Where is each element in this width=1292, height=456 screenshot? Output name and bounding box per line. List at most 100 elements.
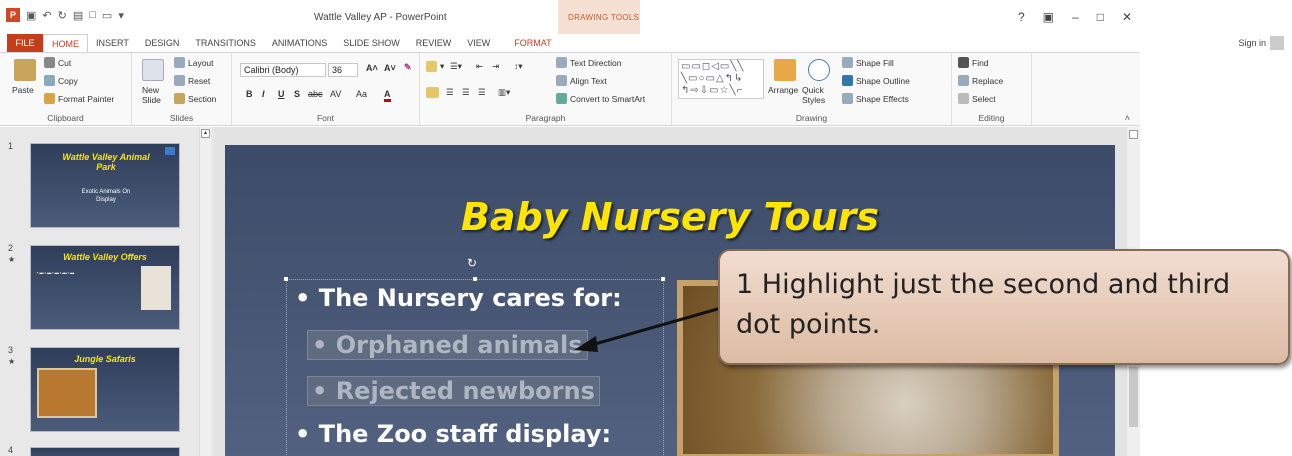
reset-button[interactable]: Reset [174, 75, 210, 86]
find-button[interactable]: Find [958, 57, 989, 68]
arrange-button[interactable]: Arrange [768, 85, 798, 95]
paste-icon[interactable] [14, 59, 36, 81]
shape-fill-button[interactable]: Shape Fill [842, 57, 894, 68]
copy-button[interactable]: Copy [44, 75, 78, 86]
avatar[interactable] [1270, 36, 1284, 50]
scroll-up-icon[interactable]: ▴ [201, 129, 210, 138]
collapse-ribbon-icon[interactable]: ˄ [1125, 113, 1130, 123]
new-slide-button[interactable]: New Slide [142, 85, 168, 105]
numbering-icon[interactable]: ☰▾ [450, 61, 462, 72]
redo-icon[interactable]: ↻ [58, 9, 67, 22]
ribbon-display-options-button[interactable]: ▣ [1043, 10, 1054, 24]
strikethrough-button[interactable]: abc [308, 89, 323, 99]
tab-transitions[interactable]: TRANSITIONS [187, 34, 264, 52]
thumbnail-scrollbar[interactable]: ▴ [199, 127, 211, 456]
tab-home[interactable]: HOME [43, 34, 88, 52]
italic-button[interactable]: I [262, 89, 265, 99]
tab-insert[interactable]: INSERT [88, 34, 137, 52]
font-group: Calibri (Body) 36 A˄ A˅ ✎ B I U S abc AV… [232, 53, 420, 125]
align-text-button[interactable]: Align Text [556, 75, 607, 86]
bold-button[interactable]: B [246, 89, 253, 99]
grow-font-icon[interactable]: A˄ [366, 63, 378, 73]
rotate-handle-icon[interactable]: ↻ [467, 256, 477, 270]
ribbon: Paste Cut Copy Format Painter Clipboard … [0, 52, 1140, 126]
new-slide-icon[interactable] [142, 59, 164, 81]
start-slideshow-icon[interactable]: ▤ [73, 9, 83, 22]
font-size-field[interactable]: 36 [328, 63, 358, 77]
tab-format[interactable]: FORMAT [506, 34, 559, 52]
resize-handle[interactable] [661, 277, 665, 281]
change-case-button[interactable]: Aa [356, 89, 367, 99]
instruction-callout: 1 Highlight just the second and third do… [718, 249, 1290, 365]
window-controls: ? ▣ – □ ✕ [1018, 10, 1132, 24]
replace-button[interactable]: Replace [958, 75, 1003, 86]
thumbnail-slide-2[interactable]: Wattle Valley Offers ▪ ▬ ▪ ▬ ▪ ▬ ▪ ▬ ▪ ▬ [30, 245, 180, 330]
tab-review[interactable]: REVIEW [408, 34, 460, 52]
arrange-icon[interactable] [774, 59, 796, 81]
undo-icon[interactable]: ↶ [42, 9, 51, 22]
underline-button[interactable]: U [278, 89, 285, 99]
convert-smartart-button[interactable]: Convert to SmartArt [556, 93, 645, 104]
clipboard-group-label: Clipboard [47, 113, 84, 123]
shrink-font-icon[interactable]: A˅ [384, 63, 396, 73]
increase-indent-icon[interactable]: ⇥ [492, 61, 499, 72]
character-spacing-button[interactable]: AV [330, 89, 341, 99]
resize-handle[interactable] [473, 277, 477, 281]
align-left-icon[interactable] [426, 87, 439, 98]
quick-styles-button[interactable]: Quick Styles [802, 85, 832, 105]
cut-button[interactable]: Cut [44, 57, 71, 68]
columns-icon[interactable]: ▥▾ [498, 87, 510, 98]
text-direction-button[interactable]: Text Direction [556, 57, 622, 68]
bullet-item[interactable]: • The Zoo staff display: [295, 420, 611, 448]
section-button[interactable]: Section [174, 93, 216, 104]
clear-formatting-icon[interactable]: ✎ [404, 62, 412, 73]
paste-button[interactable]: Paste [12, 85, 34, 95]
open-file-icon[interactable]: ▭ [102, 9, 112, 22]
scroll-up-icon[interactable] [1129, 130, 1138, 139]
tab-file[interactable]: FILE [7, 34, 43, 52]
resize-handle[interactable] [284, 277, 288, 281]
tab-animations[interactable]: ANIMATIONS [264, 34, 335, 52]
select-button[interactable]: Select [958, 93, 996, 104]
clipboard-group: Paste Cut Copy Format Painter Clipboard [0, 53, 132, 125]
format-painter-button[interactable]: Format Painter [44, 93, 114, 104]
minimize-button[interactable]: – [1072, 10, 1079, 24]
tab-view[interactable]: VIEW [459, 34, 498, 52]
justify-icon[interactable]: ☰ [478, 87, 486, 98]
shape-effects-button[interactable]: Shape Effects [842, 93, 909, 104]
scroll-thumb[interactable] [1129, 367, 1138, 427]
quick-styles-icon[interactable] [808, 59, 830, 81]
sign-in-label[interactable]: Sign in [1238, 38, 1266, 48]
close-button[interactable]: ✕ [1122, 10, 1132, 24]
layout-button[interactable]: Layout [174, 57, 214, 68]
thumbnail-slide-1[interactable]: Wattle Valley Animal Park Exotic Animals… [30, 143, 180, 228]
bullets-icon[interactable]: ▾ [426, 61, 444, 72]
decrease-indent-icon[interactable]: ⇤ [476, 61, 483, 72]
callout-arrow [574, 304, 729, 352]
quick-access-toolbar: P ▣ ↶ ↻ ▤ □ ▭ ▾ [6, 8, 124, 22]
bullet-item-highlighted[interactable]: • Orphaned animals [307, 330, 588, 360]
shadow-button[interactable]: S [294, 89, 300, 99]
shape-outline-button[interactable]: Shape Outline [842, 75, 910, 86]
shapes-gallery[interactable]: ▭▭◻◁▭╲╲ ╲▭○▭△↰↳ ↰⇨⇩▭☆╲⌐ [678, 59, 764, 99]
align-center-icon[interactable]: ☰ [446, 87, 454, 98]
align-right-icon[interactable]: ☰ [462, 87, 470, 98]
thumbnail-slide-4[interactable] [30, 447, 180, 456]
line-spacing-icon[interactable]: ↕▾ [514, 61, 523, 72]
editing-group: Find Replace Select Editing [952, 53, 1032, 125]
tab-design[interactable]: DESIGN [137, 34, 188, 52]
thumbnail-slide-3[interactable]: Jungle Safaris [30, 347, 180, 432]
help-button[interactable]: ? [1018, 10, 1025, 24]
editing-group-label: Editing [978, 113, 1005, 123]
font-name-field[interactable]: Calibri (Body) [240, 63, 326, 77]
tab-slide-show[interactable]: SLIDE SHOW [335, 34, 408, 52]
select-label: Select [972, 93, 996, 104]
new-file-icon[interactable]: □ [89, 9, 96, 21]
maximize-button[interactable]: □ [1097, 10, 1104, 24]
save-icon[interactable]: ▣ [26, 9, 36, 22]
slide-title[interactable]: Baby Nursery Tours [225, 195, 1115, 239]
sign-in[interactable]: Sign in [1238, 36, 1284, 50]
customize-qat-icon[interactable]: ▾ [118, 9, 124, 22]
font-color-button[interactable]: A [384, 89, 391, 102]
bullet-item-highlighted[interactable]: • Rejected newborns [307, 376, 600, 406]
